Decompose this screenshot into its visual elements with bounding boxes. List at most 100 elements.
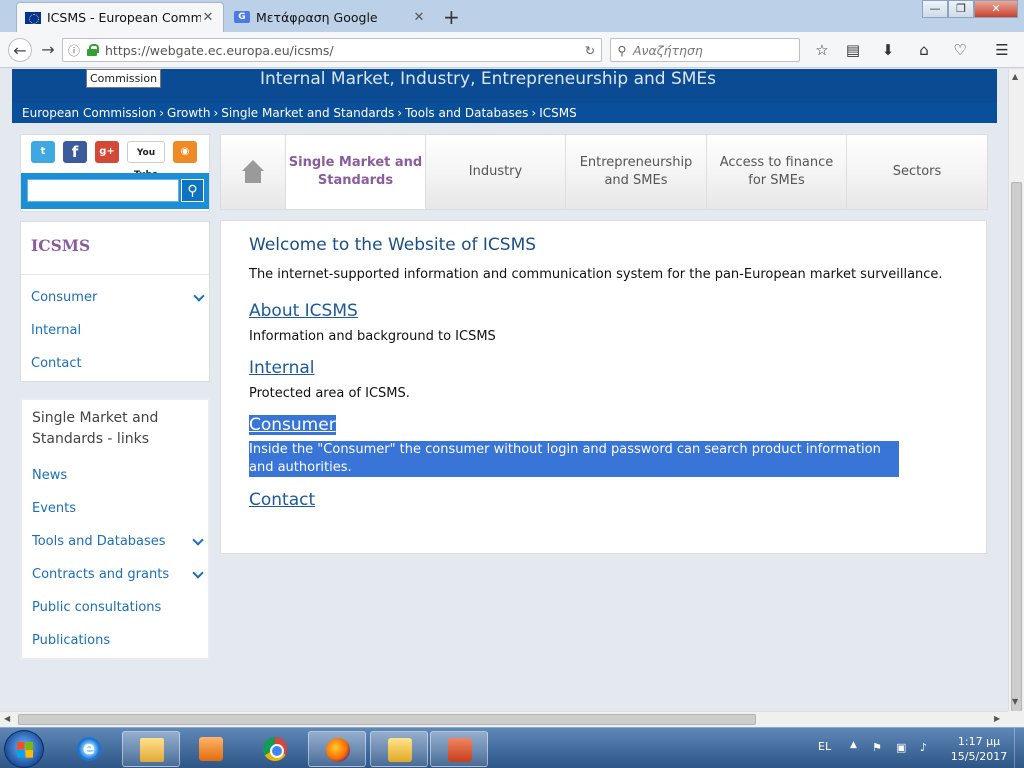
breadcrumb-european-commission[interactable]: European Commission [22, 106, 156, 120]
bookmark-star-icon[interactable]: ☆ [811, 40, 833, 60]
forward-button[interactable]: → [38, 38, 58, 62]
twitter-icon[interactable]: t [31, 141, 55, 163]
taskbar-outlook[interactable] [370, 731, 428, 767]
google-plus-icon[interactable]: g+ [95, 141, 119, 163]
rss-icon[interactable]: ◉ [173, 141, 197, 163]
clock-time: 1:17 μμ [957, 735, 1001, 748]
scroll-left-icon[interactable]: ◀ [4, 714, 10, 723]
scroll-down-icon[interactable]: ▼ [1012, 697, 1018, 706]
start-button[interactable] [4, 730, 44, 768]
scroll-corner [1008, 711, 1024, 727]
window-controls: — ❐ ✕ [922, 0, 1018, 18]
flag-icon[interactable]: ⚑ [872, 741, 886, 755]
nav-sectors[interactable]: Sectors [846, 135, 987, 209]
link-publications[interactable]: Publications [32, 633, 110, 648]
nav-entrepreneurship[interactable]: Entrepreneurship and SMEs [565, 135, 706, 209]
nav-single-market[interactable]: Single Market and Standards [285, 135, 425, 209]
links-panel-title: Single Market and Standards - links [32, 410, 159, 447]
system-tray: EL ▲ ⚑ ▣ ♪ 1:17 μμ 15/5/2017 [810, 728, 1024, 768]
volume-icon[interactable]: ♪ [920, 741, 934, 755]
search-placeholder: Αναζήτηση [633, 42, 703, 58]
youtube-icon[interactable]: You Tube [127, 141, 165, 180]
link-tools-databases[interactable]: Tools and Databases [32, 534, 204, 549]
taskbar-media-player[interactable] [182, 731, 240, 767]
scroll-right-icon[interactable]: ▶ [994, 714, 1000, 723]
home-icon[interactable]: ⌂ [913, 40, 935, 60]
address-bar[interactable]: ⓘ https://webgate.ec.europa.eu/icsms/ ↻ [62, 38, 602, 62]
close-tab-icon[interactable]: ✕ [201, 10, 215, 25]
site-search: ⚲ [21, 173, 209, 209]
show-desktop-button[interactable] [1014, 728, 1024, 768]
info-icon[interactable]: ⓘ [63, 42, 85, 59]
about-description: Information and background to ICSMS [249, 329, 496, 344]
breadcrumb: European Commission › Growth › Single Mark… [12, 103, 997, 123]
link-contracts-grants[interactable]: Contracts and grants [32, 567, 204, 582]
tray-expand-icon[interactable]: ▲ [850, 740, 857, 750]
nav-industry[interactable]: Industry [425, 135, 565, 209]
scroll-up-icon[interactable]: ▲ [1012, 72, 1018, 81]
breadcrumb-single-market[interactable]: Single Market and Standards [221, 106, 394, 120]
tab-google-translate[interactable]: G Μετάφραση Google ✕ [226, 2, 434, 32]
sidebar-item-contact[interactable]: Contact [31, 356, 82, 371]
downloads-icon[interactable]: ⬇ [877, 40, 899, 60]
taskbar-file-explorer[interactable] [122, 731, 180, 767]
link-internal[interactable]: Internal [249, 358, 315, 378]
home-icon [239, 160, 267, 184]
reading-list-icon[interactable]: ▤ [842, 40, 864, 60]
taskbar-chrome[interactable] [246, 731, 304, 767]
taskbar-internet-explorer[interactable]: e [60, 731, 118, 767]
chevron-down-icon[interactable] [193, 292, 205, 304]
close-tab-icon[interactable]: ✕ [412, 10, 426, 25]
tab-icsms[interactable]: ICSMS - European Commissi ✕ [16, 2, 224, 32]
menu-icon[interactable]: ☰ [991, 40, 1013, 60]
new-tab-icon[interactable]: + [443, 5, 460, 29]
nav-access-finance[interactable]: Access to finance for SMEs [706, 135, 846, 209]
vertical-scrollbar[interactable]: ▲ ▼ [1008, 69, 1024, 722]
network-icon[interactable]: ▣ [896, 741, 910, 755]
site-search-input[interactable] [27, 179, 179, 202]
google-translate-icon: G [234, 11, 250, 23]
url-text[interactable]: https://webgate.ec.europa.eu/icsms/ [105, 43, 579, 58]
link-news[interactable]: News [32, 468, 67, 483]
link-contact[interactable]: Contact [249, 490, 315, 510]
links-panel: Single Market and Standards - links News… [20, 398, 210, 660]
sidebar-item-consumer[interactable]: Consumer [31, 290, 209, 305]
back-button[interactable]: ← [8, 38, 32, 62]
reload-icon[interactable]: ↻ [579, 43, 601, 58]
internal-description: Protected area of ICSMS. [249, 386, 410, 401]
pocket-icon[interactable]: ♡ [949, 40, 971, 60]
browser-toolbar: ← → ⓘ https://webgate.ec.europa.eu/icsms… [0, 32, 1024, 68]
browser-titlebar: ICSMS - European Commissi ✕ G Μετάφραση … [0, 0, 1024, 32]
search-input[interactable]: ⚲ Αναζήτηση [610, 38, 800, 62]
maximize-button[interactable]: ❐ [948, 0, 974, 18]
sidebar-item-internal[interactable]: Internal [31, 323, 81, 338]
breadcrumb-tools-databases[interactable]: Tools and Databases [405, 106, 528, 120]
clock-date: 15/5/2017 [950, 750, 1008, 763]
page-viewport: Internal Market, Industry, Entrepreneurs… [0, 69, 1008, 711]
taskbar-powerpoint[interactable] [430, 731, 488, 767]
search-icon: ⚲ [617, 42, 627, 58]
vertical-scroll-thumb[interactable] [1011, 182, 1022, 722]
divider [21, 274, 209, 275]
breadcrumb-growth[interactable]: Growth [167, 106, 210, 120]
minimize-button[interactable]: — [922, 0, 948, 18]
taskbar-firefox[interactable] [308, 731, 366, 767]
clock[interactable]: 1:17 μμ 15/5/2017 [948, 734, 1010, 764]
tab-title: Μετάφραση Google [256, 9, 378, 25]
facebook-icon[interactable]: f [63, 141, 87, 163]
link-public-consultations[interactable]: Public consultations [32, 600, 161, 615]
horizontal-scroll-thumb[interactable] [18, 714, 756, 725]
link-events[interactable]: Events [32, 501, 76, 516]
horizontal-scrollbar[interactable]: ◀ ▶ [0, 711, 1008, 727]
site-search-button[interactable]: ⚲ [181, 179, 204, 202]
nav-home[interactable] [221, 135, 285, 209]
link-consumer[interactable]: Consumer [249, 415, 336, 435]
chrome-icon [263, 737, 287, 761]
link-about-icsms[interactable]: About ICSMS [249, 301, 358, 321]
chevron-down-icon[interactable] [192, 536, 204, 548]
main-content: Welcome to the Website of ICSMS The inte… [220, 220, 987, 554]
chevron-down-icon[interactable] [192, 569, 204, 581]
language-indicator[interactable]: EL [818, 740, 831, 753]
close-window-button[interactable]: ✕ [974, 0, 1018, 18]
outlook-icon [388, 738, 412, 762]
